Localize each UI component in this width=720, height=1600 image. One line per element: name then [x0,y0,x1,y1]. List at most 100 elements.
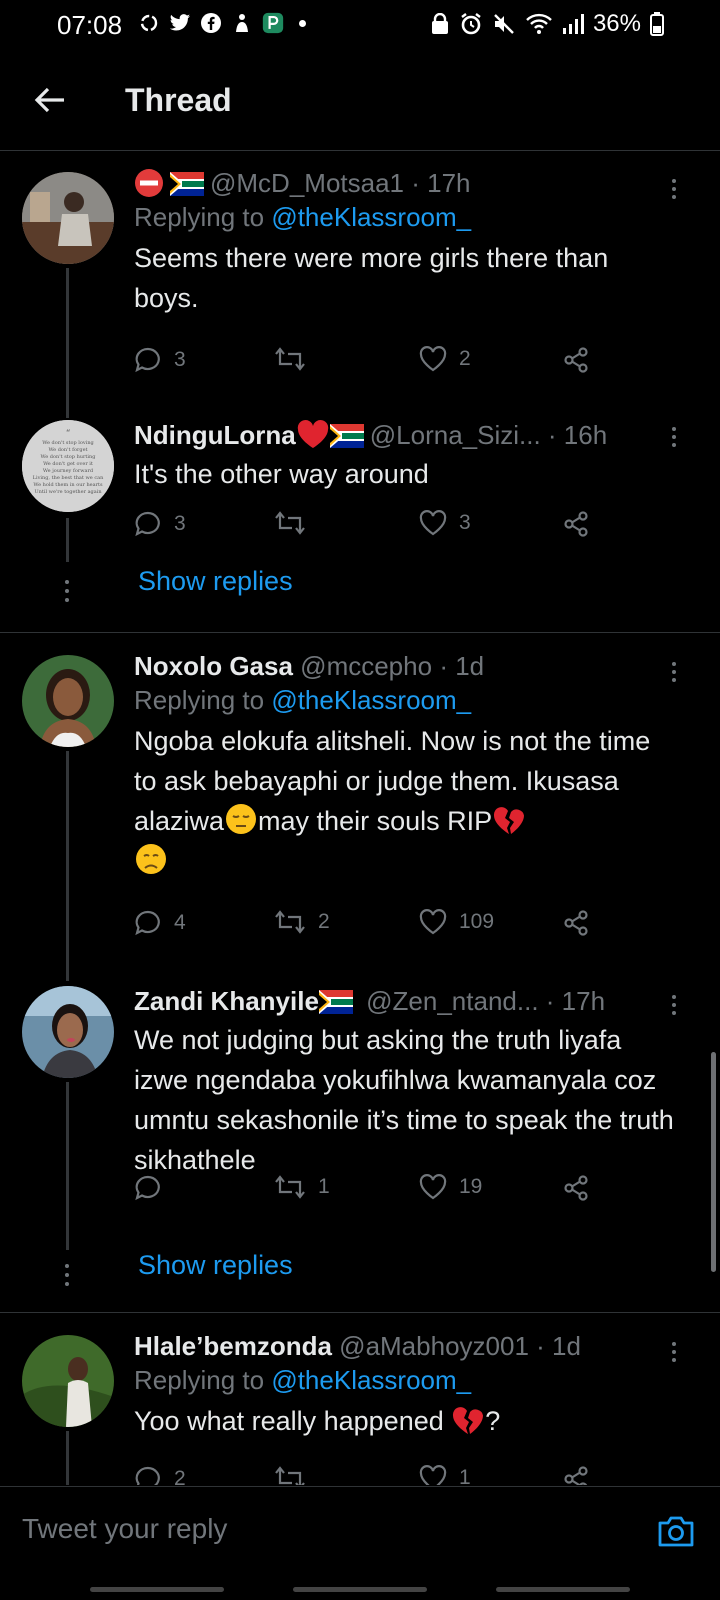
avatar[interactable] [22,1335,114,1427]
hands-icon [231,12,253,34]
avatar[interactable]: “ We don't stop loving We don't forget W… [22,420,114,512]
scrollbar[interactable] [711,1052,716,1272]
more-options-icon[interactable] [664,657,684,687]
back-arrow-icon [34,87,64,113]
lock-icon [431,13,448,34]
share-button[interactable] [562,1465,590,1485]
share-icon [564,910,588,936]
reply-icon [135,347,160,373]
show-replies-link[interactable]: Show replies [138,1250,293,1281]
tweet[interactable]: Zandi Khanyile @Zen_ntand... · 17h We no… [0,978,720,1312]
reply-count: 4 [174,911,186,934]
battery-percent: 36% [592,10,641,37]
reply-input[interactable]: Tweet your reply [22,1513,227,1545]
like-button[interactable]: 2 [419,346,471,372]
retweet-icon [275,910,305,934]
replying-to: Replying to @theKlassroom_ [134,202,472,232]
retweet-button[interactable]: 1 [274,1174,330,1200]
status-right-icons: 36% [430,10,664,38]
tweet-actions: 3 2 [134,346,604,382]
tweet-author-name[interactable]: Zandi Khanyile [134,986,319,1016]
back-button[interactable] [30,80,70,120]
reply-button[interactable]: 2 [134,1465,186,1485]
more-options-icon[interactable] [664,1337,684,1367]
thread-line [66,1431,69,1485]
tweet-time: · 17h [545,986,606,1016]
like-button[interactable]: 19 [419,1174,482,1200]
tweet-handle[interactable]: @Zen_ntand... [366,986,538,1016]
like-button[interactable]: 3 [419,510,471,536]
tweet-handle[interactable]: @mccepho [300,651,432,681]
avatar[interactable] [22,986,114,1078]
mute-icon [494,14,514,34]
reply-icon [135,511,160,537]
tweet[interactable]: @McD_Motsaa1 · 17h Replying to @theKlass… [0,150,720,418]
tweet-text: Seems there were more girls there than b… [134,243,609,313]
tweet-header: @McD_Motsaa1 · 17h [134,166,680,200]
wifi-icon [526,13,552,34]
notification-dot [299,19,306,27]
mention-link[interactable]: @theKlassroom_ [271,685,471,715]
retweet-button[interactable]: 2 [274,909,330,935]
mention-link[interactable]: @theKlassroom_ [271,202,471,232]
like-button[interactable]: 1 [419,1465,471,1485]
like-count: 109 [459,910,495,933]
avatar[interactable] [22,655,114,747]
svg-text:We hold them in our hearts: We hold them in our hearts [33,482,103,488]
svg-text:Living, the best that we can: Living, the best that we can [33,475,104,481]
show-replies-link[interactable]: Show replies [138,566,293,597]
nav-home-button[interactable] [293,1587,427,1592]
share-button[interactable] [562,1174,590,1202]
reply-button[interactable] [134,1174,174,1202]
retweet-icon [275,1175,305,1199]
replying-to: Replying to @theKlassroom_ [134,1365,472,1395]
tweet-author-name[interactable]: NdinguLorna [134,420,296,450]
avatar[interactable] [22,172,114,264]
heart-icon [419,1465,447,1485]
share-button[interactable] [562,346,590,374]
status-left-icons [138,12,306,34]
tweet-author-name[interactable]: Hlale’bemzonda [134,1331,332,1361]
svg-text:“: “ [66,428,71,439]
tweet-handle[interactable]: @Lorna_Sizi... [370,420,541,450]
tweet[interactable]: “ We don't stop loving We don't forget W… [0,400,720,632]
nav-recent-button[interactable] [90,1587,224,1592]
south-africa-flag-icon [318,990,353,1014]
tweet[interactable]: Noxolo Gasa @mccepho · 1d Replying to @t… [0,633,720,981]
camera-button[interactable] [656,1511,696,1551]
alarm-icon [461,13,481,35]
pensive-face-icon [226,804,257,834]
reply-button[interactable]: 4 [134,909,186,937]
sync-icon [138,12,160,34]
thread-header: Thread [0,52,720,151]
retweet-icon [275,1466,305,1485]
more-options-icon[interactable] [664,422,684,452]
share-button[interactable] [562,909,590,937]
share-button[interactable] [562,510,590,538]
tweet-handle[interactable]: @McD_Motsaa1 [210,168,404,198]
tweet-author-name[interactable]: Noxolo Gasa [134,651,293,681]
retweet-button[interactable] [274,346,318,372]
more-options-icon[interactable] [664,174,684,204]
retweet-button[interactable] [274,510,318,536]
mention-link[interactable]: @theKlassroom_ [271,1365,471,1395]
like-count: 1 [459,1466,471,1485]
more-options-icon[interactable] [664,990,684,1020]
status-time: 07:08 [57,10,123,40]
heart-icon [419,510,447,536]
nav-back-button[interactable] [496,1587,630,1592]
retweet-button[interactable] [274,1465,318,1485]
like-button[interactable]: 109 [419,909,494,935]
status-bar: 07:08 36% [0,0,720,52]
thread-gap-dots [64,580,70,602]
svg-text:We don't get over it: We don't get over it [43,461,93,467]
signal-icon [562,14,584,34]
tweet-time: · 1d [536,1331,581,1361]
reply-button[interactable]: 3 [134,346,186,374]
tweet-handle[interactable]: @aMabhoyz001 [339,1331,529,1361]
south-africa-flag-icon [170,172,204,196]
tweet[interactable]: Hlale’bemzonda @aMabhoyz001 · 1d Replyin… [0,1313,720,1485]
tweet-header: NdinguLorna @Lorna_Sizi... · 16h [134,418,680,452]
tweet-actions: 4 2 109 [134,909,604,945]
reply-button[interactable]: 3 [134,510,186,538]
